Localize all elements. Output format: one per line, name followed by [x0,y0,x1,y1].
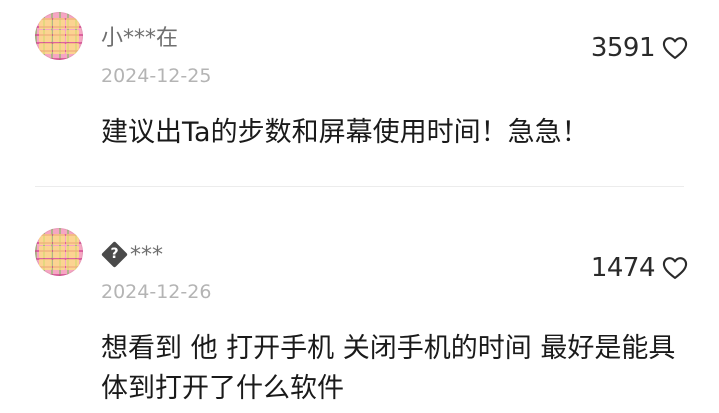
avatar[interactable] [35,228,83,276]
like-count: 1474 [590,253,656,283]
username[interactable]: 小***在 [101,26,178,52]
username: *** [130,243,163,268]
heart-outline-icon[interactable] [661,254,689,282]
divider [35,186,684,187]
comment-feed: 小***在 2024-12-25 3591 建议出Ta的步数和屏幕使用时间！急急… [0,0,719,413]
avatar[interactable] [35,12,83,60]
comment-item: *** 2024-12-26 1474 想看到 他 打开手机 关闭手机的时间 最… [0,225,719,413]
comment-item: 小***在 2024-12-25 3591 建议出Ta的步数和屏幕使用时间！急急… [0,0,719,190]
avatar-pattern [39,234,79,270]
like-button[interactable]: 3591 [591,33,689,63]
like-button[interactable]: 1474 [591,253,689,283]
heart-outline-icon[interactable] [661,34,689,62]
username-row[interactable]: *** [101,241,163,269]
replacement-character-icon [101,241,128,268]
comment-text: 想看到 他 打开手机 关闭手机的时间 最好是能具体到打开了什么软件 [101,333,676,404]
avatar-pattern [39,18,79,54]
comment-date: 2024-12-25 [101,65,212,87]
comment-text: 建议出Ta的步数和屏幕使用时间！急急！ [101,117,589,148]
like-count: 3591 [590,33,656,63]
comment-date: 2024-12-26 [101,281,212,303]
